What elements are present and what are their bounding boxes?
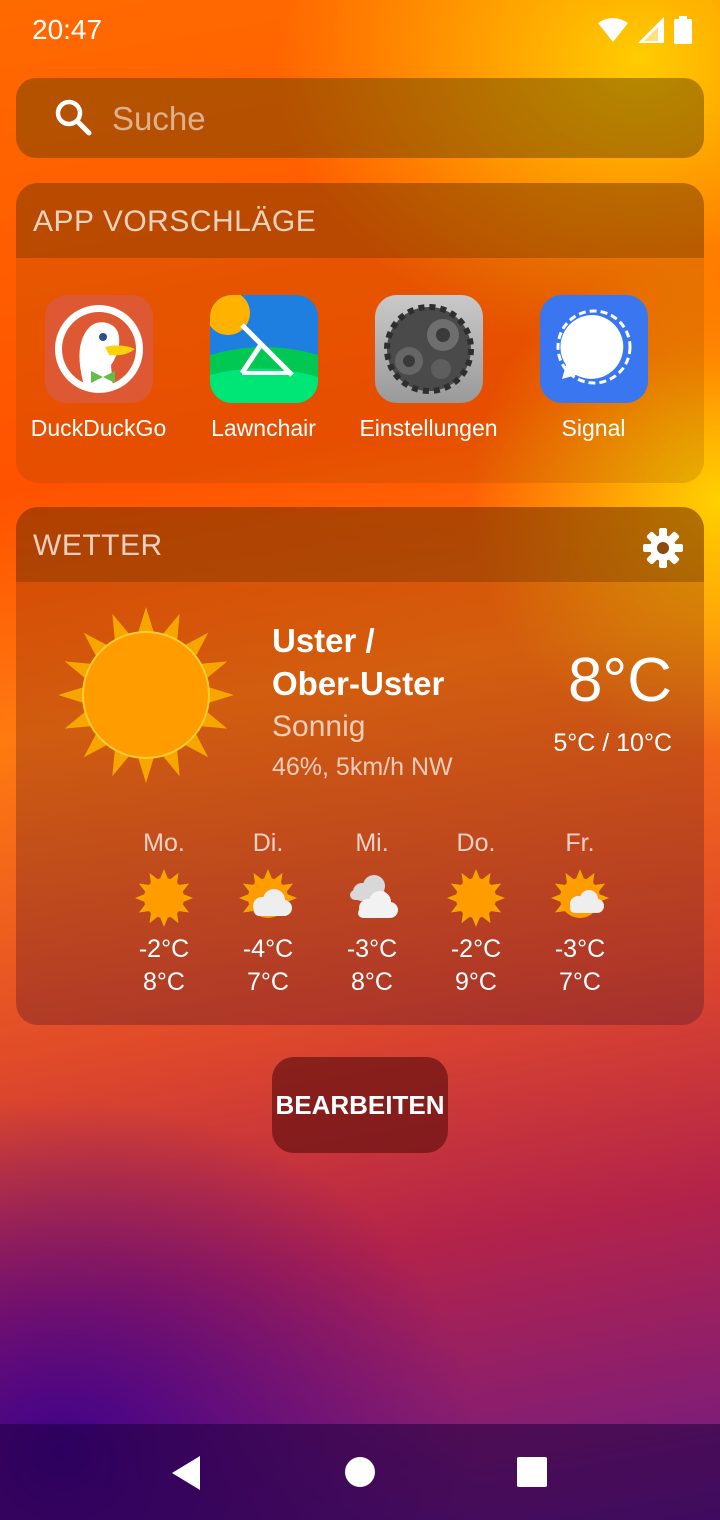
forecast-low: -2°C [450,935,502,963]
sunny-icon [112,863,216,933]
forecast-high: 7°C [247,968,289,996]
forecast-day: Fr. -3°C 7°C [528,829,632,999]
weather-condition: Sonnig [272,710,366,743]
lawnchair-icon [209,295,318,403]
app-einstellungen[interactable]: Einstellungen [346,295,511,442]
forecast-low: -2°C [138,935,190,963]
home-icon[interactable] [344,1456,376,1488]
edit-button[interactable]: BEARBEITEN [272,1057,448,1153]
temperature-range: 5°C / 10°C [553,729,672,757]
app-label: Signal [561,415,626,441]
cell-signal-icon [638,17,664,43]
forecast-day: Di. -4°C 7°C [216,829,320,999]
gear-icon[interactable] [642,527,684,569]
forecast-low: -3°C [346,935,398,963]
location-name: Uster / Ober-Uster [272,619,444,705]
wifi-icon [598,18,628,42]
navigation-bar [0,1424,720,1520]
status-icons [598,16,692,44]
weather-header: WETTER [16,507,704,582]
forecast-day-name: Fr. [565,829,595,857]
clock: 20:47 [32,14,103,45]
app-duckduckgo[interactable]: DuckDuckGo [16,295,181,442]
battery-icon [674,16,692,44]
forecast-day-name: Do. [456,829,496,857]
forecast-day-name: Di. [252,829,284,857]
forecast-high: 9°C [455,968,497,996]
weather-details: 46%, 5km/h NW [272,753,453,781]
forecast-high: 8°C [143,968,185,996]
recents-icon[interactable] [516,1456,548,1488]
weather-card[interactable]: WETTER Uster / Ober-Uster Sonnig 46%, 5k… [16,507,704,1025]
forecast-high: 8°C [351,968,393,996]
partly-cloudy-icon [216,863,320,933]
app-signal[interactable]: Signal [511,295,676,442]
signal-icon [539,295,648,403]
forecast-day: Do. -2°C 9°C [424,829,528,999]
app-lawnchair[interactable]: Lawnchair [181,295,346,442]
section-title: WETTER [33,529,163,562]
search-bar[interactable]: Suche [16,78,704,158]
app-suggestions-card: APP VORSCHLÄGE DuckDuckGo Lawnchair Eins… [16,183,704,483]
forecast-day-name: Mo. [143,829,185,857]
forecast-high: 7°C [559,968,601,996]
settings-icon [374,295,483,403]
sunny-icon [424,863,528,933]
forecast-row: Mo. -2°C 8°C Di. -4°C 7°C Mi. -3°C 8°C D… [112,829,632,999]
app-label: DuckDuckGo [30,415,167,441]
search-icon [55,99,92,136]
location-line-1: Uster / [272,622,375,659]
sunny-weather-icon [58,607,234,783]
app-label: Lawnchair [211,415,316,441]
forecast-low: -3°C [554,935,606,963]
forecast-day: Mi. -3°C 8°C [320,829,424,999]
forecast-day-name: Mi. [355,829,389,857]
partly-cloudy-icon [528,863,632,933]
app-list: DuckDuckGo Lawnchair Einstellungen Signa… [16,295,704,442]
forecast-low: -4°C [242,935,294,963]
forecast-day: Mo. -2°C 8°C [112,829,216,999]
app-label: Einstellungen [359,415,498,441]
location-line-2: Ober-Uster [272,665,445,702]
status-bar: 20:47 [0,0,720,64]
cloudy-icon [320,863,424,933]
search-placeholder: Suche [112,100,206,137]
back-icon[interactable] [172,1456,202,1490]
app-suggestions-header: APP VORSCHLÄGE [16,183,704,258]
section-title: APP VORSCHLÄGE [33,205,317,238]
duckduckgo-icon [44,295,153,403]
current-temperature: 8°C [567,646,672,715]
